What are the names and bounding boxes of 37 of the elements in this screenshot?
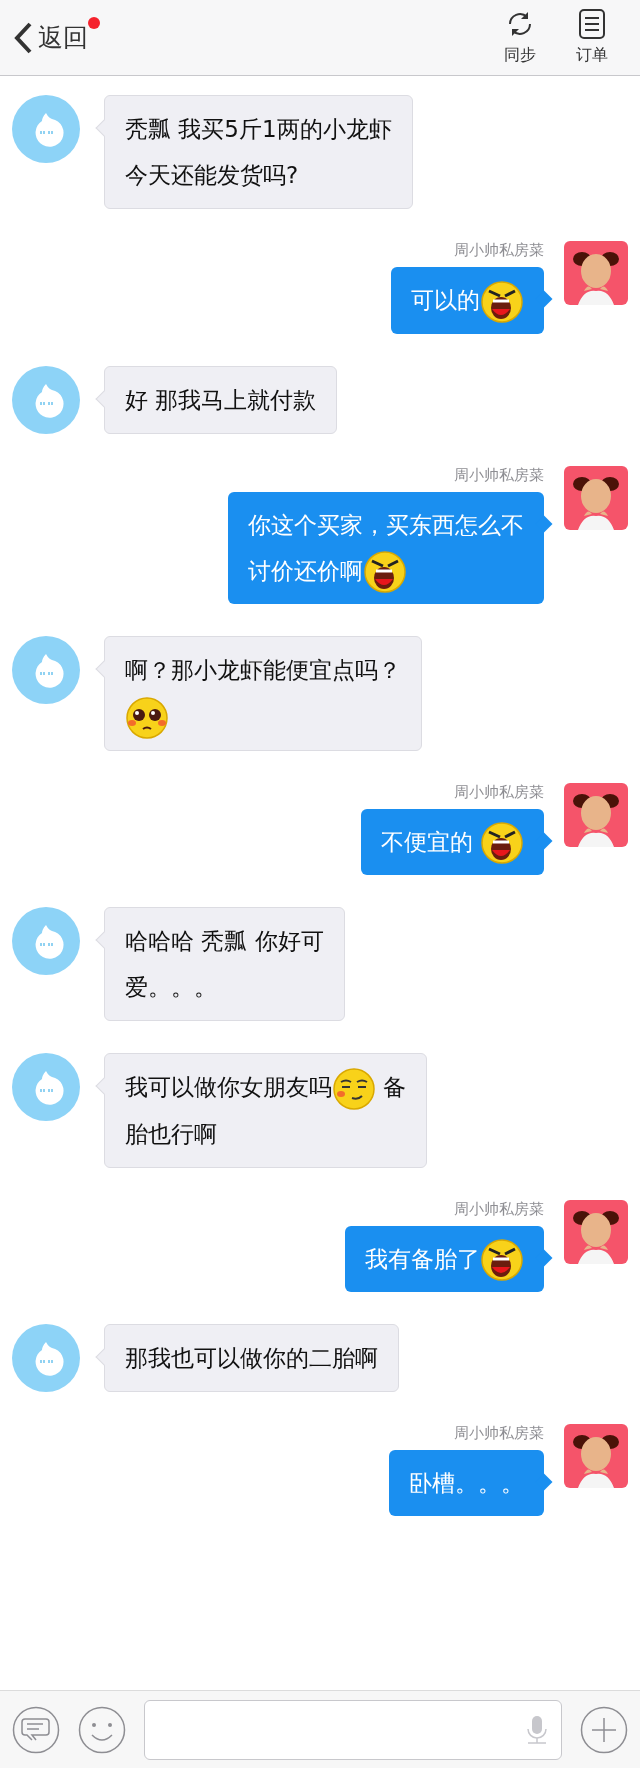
microphone-icon[interactable]	[525, 1713, 549, 1746]
message-text: 好 那我马上就付款	[125, 385, 317, 415]
sender-name: 周小帅私房菜	[454, 465, 544, 484]
sender-name: 周小帅私房菜	[454, 782, 544, 801]
message-text: 哈哈哈 秃瓢 你好可 爱。。。	[125, 927, 324, 1002]
smirking-face-icon	[332, 1066, 376, 1111]
shouting-face-icon	[480, 279, 524, 324]
message-text: 可以的	[411, 277, 524, 324]
message-text: 我有备胎了	[365, 1235, 524, 1282]
message-text: 秃瓢 我买5斤1两的小龙虾 今天还能发货吗?	[125, 115, 392, 190]
emoji-icon[interactable]	[78, 1705, 126, 1754]
avatar	[564, 241, 628, 305]
chat-icon[interactable]	[12, 1705, 60, 1754]
sender-name: 周小帅私房菜	[454, 1424, 544, 1442]
add-icon[interactable]	[580, 1705, 628, 1754]
message-text: 你这个买家，买东西怎么不 讨价还价啊	[248, 501, 524, 594]
list-icon	[576, 8, 608, 40]
message-text: 不便宜的	[380, 818, 524, 865]
shouting-face-icon	[480, 1238, 524, 1282]
back-icon	[12, 20, 34, 55]
sender-name: 周小帅私房菜	[454, 241, 544, 259]
sync-button[interactable]: 同步	[484, 8, 556, 67]
sender-name: 周小帅私房菜	[454, 1199, 544, 1218]
shouting-face-icon	[480, 821, 524, 865]
back-button[interactable]: 返回	[12, 18, 100, 57]
orders-button[interactable]: 订单	[556, 8, 628, 67]
avatar	[564, 465, 628, 530]
message-text: 那我也可以做你的二胎啊	[125, 1344, 378, 1373]
shouting-face-icon	[363, 550, 407, 594]
avatar	[564, 782, 628, 847]
message-text: 我可以做你女朋友吗 备 胎也行啊	[125, 1064, 407, 1157]
message-input[interactable]	[144, 1699, 562, 1760]
message-text: 卧槽。。。	[409, 1469, 524, 1498]
message-text: 啊？那小龙虾能便宜点吗？	[125, 647, 401, 740]
avatar	[564, 1199, 628, 1264]
avatar	[564, 1424, 628, 1488]
pleading-face-icon	[125, 695, 169, 740]
